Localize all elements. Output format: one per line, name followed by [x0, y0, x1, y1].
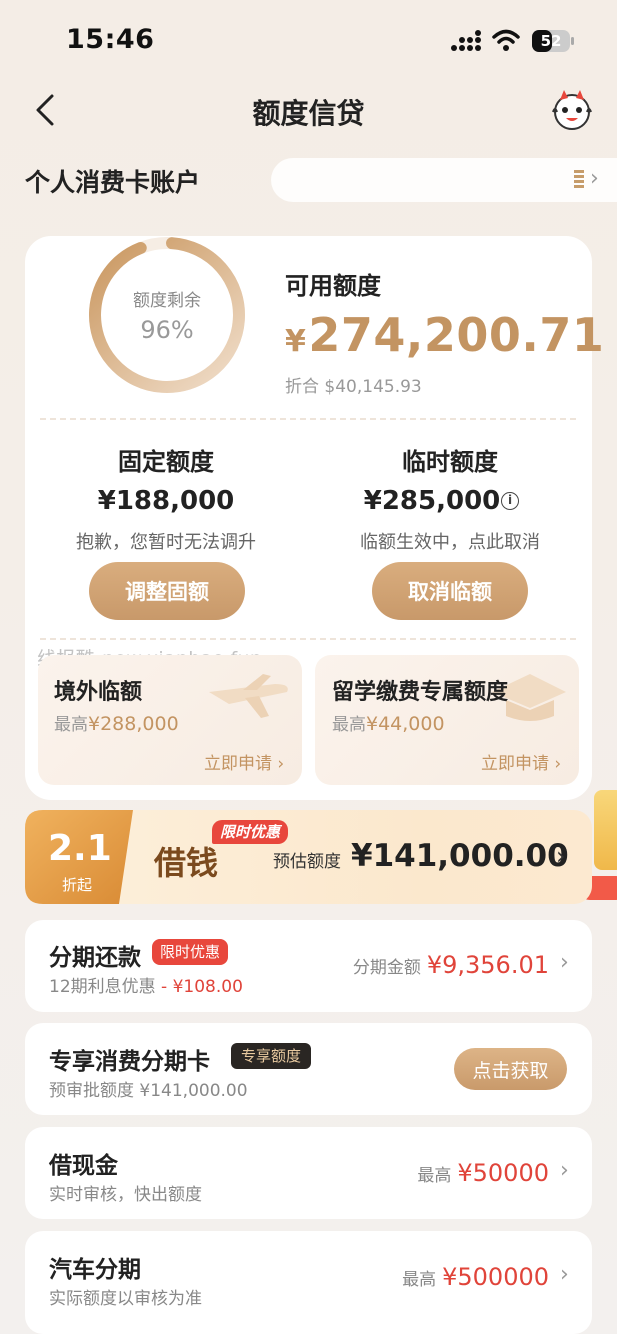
study-abroad-credit-title: 留学缴费专属额度	[332, 680, 509, 705]
loan-rate-suffix: 折起	[62, 876, 93, 894]
currency-symbol: ¥	[285, 324, 307, 359]
notice-icon	[574, 170, 584, 188]
limit-amount: ¥44,000	[366, 713, 445, 735]
chevron-right-icon: ›	[560, 1158, 569, 1183]
installment-subtitle: 12期利息优惠 - ¥108.00	[49, 972, 243, 997]
signal-icon	[451, 30, 481, 51]
estimated-credit-label: 预估额度	[273, 852, 341, 872]
temp-credit-title: 临时额度	[402, 448, 498, 476]
installment-card-subtitle: 预审批额度 ¥141,000.00	[49, 1081, 248, 1101]
airplane-icon	[209, 674, 288, 718]
cash-loan-title: 借现金	[49, 1153, 118, 1179]
estimated-credit-amount: ¥141,000.00	[351, 838, 569, 874]
page-title: 额度信贷	[252, 97, 365, 130]
temp-credit-note[interactable]: 临额生效中，点此取消	[300, 528, 600, 554]
cash-loan-max: 最高 ¥50000	[417, 1159, 549, 1187]
fixed-credit-amount: ¥188,000	[97, 486, 235, 516]
exclusive-credit-badge: 专享额度	[231, 1043, 312, 1069]
loan-rate: 2.1	[48, 828, 112, 869]
ring-percent: 96%	[140, 316, 194, 344]
side-float-banner[interactable]	[594, 790, 617, 870]
fixed-credit-note: 抱歉，您暂时无法调升	[76, 532, 256, 553]
converted-amount: 折合 $40,145.93	[285, 377, 422, 397]
account-title: 个人消费卡账户	[25, 168, 201, 197]
mascot-avatar-icon[interactable]	[548, 86, 596, 134]
fixed-credit-title: 固定额度	[118, 448, 214, 476]
installment-amount-value: ¥9,356.01	[426, 951, 549, 979]
car-loan-subtitle: 实际额度以审核为准	[49, 1289, 202, 1309]
apply-now-link[interactable]: 立即申请 ›	[204, 749, 284, 774]
study-abroad-credit-limit: 最高¥44,000	[332, 710, 445, 735]
temp-credit-amount: ¥285,000	[363, 486, 501, 516]
limit-prefix: 最高	[332, 715, 366, 735]
installment-amount-label: 分期金额	[352, 958, 421, 978]
divider	[40, 638, 576, 640]
max-amount: ¥50000	[457, 1159, 549, 1187]
wifi-icon	[492, 29, 520, 51]
limited-offer-badge: 限时优惠	[152, 939, 229, 965]
chevron-right-icon: ›	[556, 842, 566, 870]
chevron-right-icon: ›	[560, 950, 569, 975]
loan-title: 借钱	[154, 844, 219, 882]
battery-icon: 52	[531, 29, 575, 53]
overseas-credit-limit: 最高¥288,000	[54, 710, 179, 735]
limit-prefix: 最高	[54, 715, 88, 735]
limited-offer-badge: 限时优惠	[212, 820, 289, 844]
overseas-credit-title: 境外临额	[54, 680, 143, 705]
limit-amount: ¥288,000	[88, 713, 179, 735]
max-label: 最高	[402, 1270, 437, 1290]
available-credit-value: 274,200.71	[308, 308, 605, 362]
installment-card-title: 专享消费分期卡	[49, 1049, 210, 1075]
car-loan-max: 最高 ¥500000	[402, 1263, 549, 1291]
remaining-credit-ring	[89, 237, 245, 393]
chevron-right-icon: ›	[590, 166, 599, 191]
battery-level: 52	[540, 32, 562, 50]
available-credit-amount: ¥274,200.71	[285, 308, 604, 362]
adjust-fixed-credit-button[interactable]: 调整固额	[89, 562, 245, 620]
ring-label: 额度剩余	[133, 291, 201, 311]
installment-amount: 分期金额 ¥9,356.01	[353, 951, 549, 979]
car-loan-title: 汽车分期	[49, 1257, 141, 1283]
chevron-right-icon: ›	[560, 1262, 569, 1287]
divider	[40, 418, 576, 420]
max-label: 最高	[417, 1166, 452, 1186]
max-amount: ¥500000	[442, 1263, 549, 1291]
installment-title: 分期还款	[49, 945, 141, 971]
cash-loan-subtitle: 实时审核，快出额度	[49, 1185, 202, 1205]
status-time: 15:46	[66, 24, 155, 55]
cancel-temp-credit-button[interactable]: 取消临额	[372, 562, 528, 620]
installment-sub-text: 12期利息优惠	[49, 977, 162, 997]
available-credit-label: 可用额度	[285, 272, 381, 300]
info-icon[interactable]: i	[501, 492, 519, 510]
apply-now-link[interactable]: 立即申请 ›	[481, 749, 561, 774]
installment-discount: - ¥108.00	[161, 977, 243, 997]
get-card-button[interactable]: 点击获取	[454, 1048, 567, 1090]
notice-bar[interactable]	[271, 158, 617, 202]
